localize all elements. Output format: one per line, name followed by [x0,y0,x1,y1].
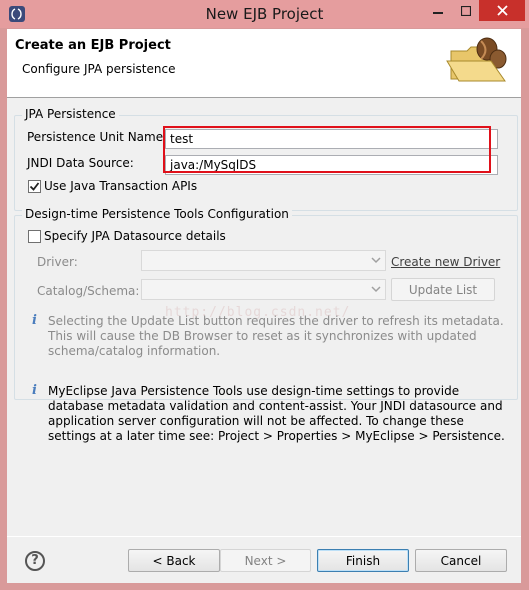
driver-label: Driver: [37,255,78,269]
title-bar[interactable]: New EJB Project [0,0,529,28]
dialog-window: New EJB Project Create an EJB Project Co… [0,0,529,590]
maximize-button[interactable] [452,0,479,21]
checkmark-icon [29,182,40,191]
driver-combo[interactable] [141,250,386,271]
page-title: Create an EJB Project [15,38,171,53]
annotation-highlight-box [163,126,491,173]
tools-group-label: Design-time Persistence Tools Configurat… [22,207,292,221]
note-line: database metadata validation and content… [48,399,503,413]
note-line: application server configuration will no… [48,414,464,428]
finish-button[interactable]: Finish [317,549,409,572]
chevron-down-icon [371,286,381,293]
note-line: settings at a later time see: Project > … [48,429,505,443]
help-icon[interactable]: ? [25,551,45,571]
unit-name-label: Persistence Unit Name: [27,130,168,144]
jndi-label: JNDI Data Source: [27,156,134,170]
create-new-driver-link[interactable]: Create new Driver [391,255,500,269]
maximize-icon [460,5,471,16]
info-line: Selecting the Update List button require… [48,314,504,328]
info-line: This will cause the DB Browser to reset … [48,329,477,343]
wizard-banner: Create an EJB Project Configure JPA pers… [7,29,521,98]
specify-datasource-label[interactable]: Specify JPA Datasource details [44,229,226,243]
jpa-group-label: JPA Persistence [22,107,119,121]
chevron-down-icon [371,257,381,264]
minimize-button[interactable] [424,0,452,21]
close-icon [496,5,508,16]
info-line: schema/catalog information. [48,344,221,358]
cancel-button[interactable]: Cancel [415,549,507,572]
update-list-button[interactable]: Update List [391,278,495,301]
info-icon: i [32,313,37,328]
minimize-icon [433,11,443,14]
wizard-footer: ? < Back Next > Finish Cancel [7,536,521,583]
update-list-info: Selecting the Update List button require… [48,314,504,359]
open-folder-with-beans-icon [446,37,507,82]
use-jta-label[interactable]: Use Java Transaction APIs [44,179,197,193]
dialog-client-area: Create an EJB Project Configure JPA pers… [7,29,521,583]
persistence-tools-note: MyEclipse Java Persistence Tools use des… [48,384,505,444]
info-icon: i [32,383,37,398]
wizard-content: JPA Persistence Persistence Unit Name: t… [7,98,521,536]
specify-datasource-checkbox[interactable] [28,230,41,243]
back-button[interactable]: < Back [128,549,220,572]
next-button[interactable]: Next > [220,549,311,572]
catalog-schema-label: Catalog/Schema: [37,284,140,298]
catalog-schema-combo[interactable] [141,279,386,300]
use-jta-checkbox[interactable] [28,180,41,193]
page-subtitle: Configure JPA persistence [22,62,176,76]
note-line: MyEclipse Java Persistence Tools use des… [48,384,460,398]
close-button[interactable] [479,0,525,21]
